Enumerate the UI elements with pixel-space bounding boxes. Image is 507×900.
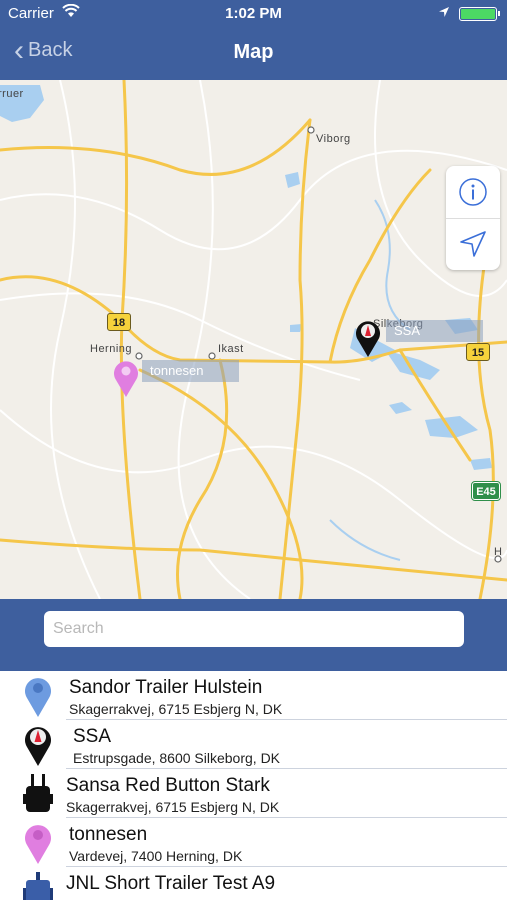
list-item[interactable]: tonnesen Vardevej, 7400 Herning, DK [0,818,507,867]
battery-icon [459,7,500,21]
list-item-address: Vardevej, 7400 Herning, DK [69,848,243,864]
road-shield-15: 15 [466,343,490,361]
locate-me-button[interactable] [446,218,500,270]
map-label-partial-left: rruer [0,88,24,100]
list-item-name: tonnesen [69,824,148,845]
map-label-ikast: Ikast [218,343,244,355]
road-shield-18: 18 [107,313,131,331]
list-item-name: Sansa Red Button Stark [66,775,270,796]
list-item[interactable]: Sansa Red Button Stark Skagerrakvej, 671… [0,769,507,818]
tracker-device-icon [23,774,53,812]
blue-pin-icon [25,678,52,717]
pink-pin-icon [25,825,52,864]
list-item-address: Skagerrakvej, 6715 Esbjerg N, DK [66,799,280,815]
info-icon [459,178,487,206]
map-controls [446,166,500,270]
search-input[interactable] [44,611,464,647]
map-pin-tonnesen[interactable] [112,358,140,398]
map-label-partial-right: H [494,546,503,558]
location-services-icon [438,5,450,22]
navigation-bar: ‹ Back Map [0,28,507,80]
black-pin-icon [25,727,52,766]
list-item-address: Estrupsgade, 8600 Silkeborg, DK [73,750,281,766]
list-item[interactable]: JNL Short Trailer Test A9 [0,867,507,900]
list-item[interactable]: SSA Estrupsgade, 8600 Silkeborg, DK [0,720,507,769]
clock: 1:02 PM [225,5,282,22]
list-item-address: Skagerrakvej, 6715 Esbjerg N, DK [69,701,283,717]
location-arrow-icon [460,231,486,257]
status-bar: Carrier 1:02 PM [0,0,507,28]
map-view[interactable]: rruer Viborg Herning Ikast Silkeborg H 1… [0,80,507,599]
page-title: Map [233,41,274,63]
list-item-name: Sandor Trailer Hulstein [69,677,263,698]
pin-label-ssa: SSA [386,320,483,342]
device-list: Sandor Trailer Hulstein Skagerrakvej, 67… [0,671,507,900]
list-item-name: JNL Short Trailer Test A9 [66,873,276,894]
map-pin-ssa[interactable] [354,318,382,358]
road-shield-e45: E45 [471,481,501,501]
list-item[interactable]: Sandor Trailer Hulstein Skagerrakvej, 67… [0,671,507,720]
map-label-herning: Herning [90,343,133,355]
trailer-device-icon [23,872,53,900]
top-bar: Carrier 1:02 PM ‹ Back Map [0,0,507,80]
info-button[interactable] [446,166,500,219]
map-label-viborg: Viborg [316,133,351,145]
pin-label-tonnesen: tonnesen [142,360,239,382]
list-item-name: SSA [73,726,112,747]
search-bar [0,599,507,671]
